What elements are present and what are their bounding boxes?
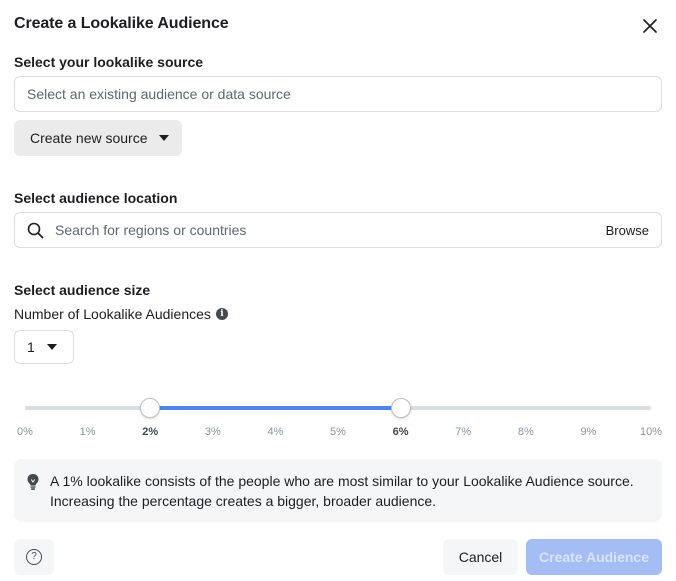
source-input[interactable]: Select an existing audience or data sour… xyxy=(14,76,662,112)
location-search-input[interactable]: Search for regions or countries Browse xyxy=(14,212,662,248)
create-new-source-label: Create new source xyxy=(30,130,148,146)
tip-text: A 1% lookalike consists of the people wh… xyxy=(50,473,634,509)
slider-tick-label: 4% xyxy=(267,426,284,438)
audience-size-slider[interactable] xyxy=(25,398,651,418)
size-section-label: Select audience size xyxy=(14,282,151,298)
slider-tick-label: 1% xyxy=(79,426,96,438)
caret-down-icon xyxy=(46,344,57,350)
slider-tick-label: 2% xyxy=(142,426,159,438)
location-search-placeholder: Search for regions or countries xyxy=(55,222,247,238)
browse-button[interactable]: Browse xyxy=(606,223,649,238)
create-new-source-button[interactable]: Create new source xyxy=(14,120,182,156)
lookalike-count-select[interactable]: 1 xyxy=(14,330,74,364)
lookalike-count-label: Number of Lookalike Audiences i xyxy=(14,306,228,322)
create-audience-button[interactable]: Create Audience xyxy=(526,539,662,575)
caret-down-icon xyxy=(158,135,169,141)
slider-thumb-start[interactable] xyxy=(140,398,161,418)
slider-tick-label: 10% xyxy=(639,426,663,438)
slider-tick-label: 9% xyxy=(580,426,597,438)
slider-thumb-end[interactable] xyxy=(390,398,411,418)
slider-tick-label: 5% xyxy=(330,426,346,438)
slider-tick-label: 3% xyxy=(204,426,221,438)
lightbulb-icon xyxy=(27,474,39,490)
tip-box: A 1% lookalike consists of the people wh… xyxy=(14,459,662,522)
slider-selected-range xyxy=(150,406,401,410)
source-section-label: Select your lookalike source xyxy=(14,54,204,70)
lookalike-audience-dialog: Create a Lookalike Audience Select your … xyxy=(0,0,676,581)
slider-tick-label: 8% xyxy=(517,426,534,438)
lookalike-count-label-text: Number of Lookalike Audiences xyxy=(14,306,211,322)
cancel-button[interactable]: Cancel xyxy=(443,539,518,575)
slider-tick-label: 6% xyxy=(392,426,409,438)
close-button[interactable] xyxy=(638,14,662,38)
question-circle-icon: ? xyxy=(26,549,42,565)
close-icon xyxy=(643,19,657,33)
location-section-label: Select audience location xyxy=(14,190,178,206)
slider-tick-label: 7% xyxy=(455,426,472,438)
slider-tick-label: 0% xyxy=(17,426,33,438)
source-input-placeholder: Select an existing audience or data sour… xyxy=(27,86,291,102)
dialog-title: Create a Lookalike Audience xyxy=(14,15,229,32)
help-button[interactable]: ? xyxy=(14,539,54,575)
search-icon xyxy=(27,222,44,238)
lookalike-count-value: 1 xyxy=(27,339,35,355)
info-icon[interactable]: i xyxy=(215,308,228,320)
